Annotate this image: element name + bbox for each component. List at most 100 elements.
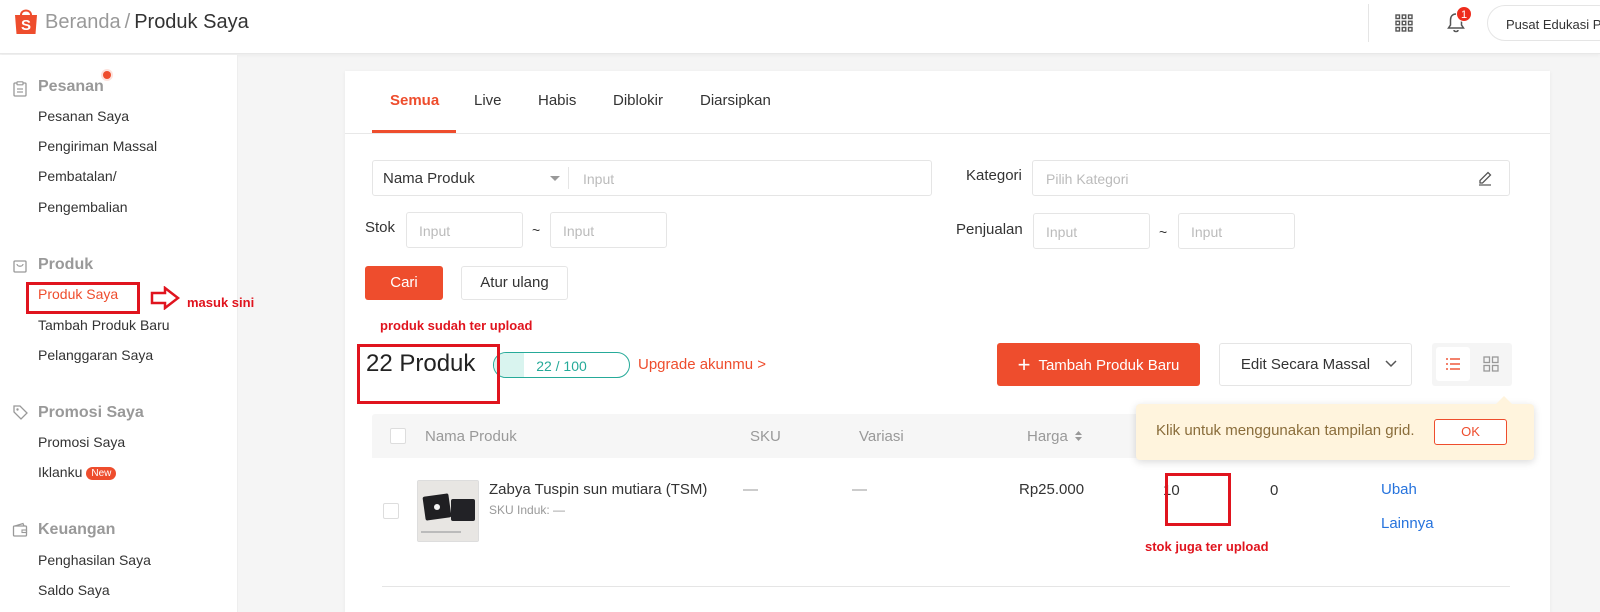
tab-diblokir[interactable]: Diblokir <box>613 92 663 109</box>
product-name-input[interactable]: Input <box>583 171 614 187</box>
apps-grid-icon[interactable] <box>1395 14 1413 32</box>
breadcrumb-home[interactable]: Beranda <box>45 11 121 33</box>
column-header-variation: Variasi <box>859 428 904 445</box>
chevron-down-icon <box>1385 360 1397 368</box>
sidebar-item-penghasilan[interactable]: Penghasilan Saya <box>38 552 151 568</box>
tooltip-text: Klik untuk menggunakan tampilan grid. <box>1156 422 1415 439</box>
sidebar-item-pesanan-saya[interactable]: Pesanan Saya <box>38 108 129 124</box>
upgrade-account-link[interactable]: Upgrade akunmu > <box>638 356 766 373</box>
status-tabs: Semua Live Habis Diblokir Diarsipkan <box>345 71 1550 134</box>
annotation-product-uploaded: produk sudah ter upload <box>380 318 533 333</box>
product-name[interactable]: Zabya Tuspin sun mutiara (TSM) <box>489 481 707 498</box>
sidebar-item-tambah-produk[interactable]: Tambah Produk Baru <box>38 317 170 333</box>
stock-min-input[interactable]: Input <box>406 212 523 248</box>
sidebar-item-iklanku-label: Iklanku <box>38 464 83 480</box>
row-checkbox[interactable] <box>383 503 399 519</box>
sidebar-item-iklanku[interactable]: Iklanku New <box>38 464 117 480</box>
tooltip-arrow <box>1496 396 1512 404</box>
breadcrumb: Beranda / Produk Saya <box>45 11 249 34</box>
clipboard-icon <box>13 81 27 97</box>
stock-max-placeholder: Input <box>563 223 595 239</box>
sidebar-section-keuangan[interactable]: Keuangan <box>38 521 115 539</box>
sidebar-item-pengembalian[interactable]: Pengembalian <box>38 199 128 215</box>
sidebar-section-pesanan[interactable]: Pesanan <box>38 78 104 96</box>
tab-semua[interactable]: Semua <box>390 92 439 109</box>
plus-icon: + <box>1017 352 1031 377</box>
product-price: Rp25.000 <box>1019 481 1085 498</box>
product-parent-sku: SKU Induk: — <box>489 503 566 517</box>
annotation-arrow-icon <box>150 286 180 310</box>
column-header-price-label: Harga <box>1027 428 1068 445</box>
add-product-button[interactable]: + Tambah Produk Baru <box>997 343 1200 386</box>
svg-text:S: S <box>21 17 31 34</box>
chevron-down-icon[interactable] <box>550 176 560 181</box>
annotation-box-product-count <box>357 344 500 404</box>
column-header-name: Nama Produk <box>425 428 517 445</box>
range-separator: ~ <box>1159 224 1168 240</box>
more-actions-link[interactable]: Lainnya <box>1381 515 1434 532</box>
notification-dot <box>103 71 111 79</box>
field-divider <box>568 167 569 189</box>
header-divider <box>1368 4 1369 42</box>
annotation-box-stock <box>1165 473 1231 526</box>
product-list-card: Semua Live Habis Diblokir Diarsipkan Nam… <box>345 71 1550 612</box>
list-view-button[interactable] <box>1436 347 1470 381</box>
product-photo-icon <box>418 481 478 541</box>
stock-label: Stok <box>365 219 396 236</box>
annotation-enter-here: masuk sini <box>187 295 255 310</box>
category-placeholder: Pilih Kategori <box>1046 171 1129 187</box>
add-product-label: Tambah Produk Baru <box>1038 357 1180 374</box>
grid-view-button[interactable] <box>1474 347 1508 381</box>
bag-icon <box>13 260 27 273</box>
list-icon <box>1446 358 1460 370</box>
category-input[interactable]: Pilih Kategori <box>1032 160 1510 196</box>
sales-min-placeholder: Input <box>1046 224 1078 240</box>
top-bar: S Beranda / Produk Saya 1 Pusat Edukasi P <box>0 0 1600 54</box>
tab-habis[interactable]: Habis <box>538 92 576 109</box>
range-separator: ~ <box>532 222 541 238</box>
quota-text: 22 / 100 <box>536 358 587 374</box>
sales-min-input[interactable]: Input <box>1033 213 1150 249</box>
sidebar: Pesanan Pesanan Saya Pengiriman Massal P… <box>0 55 238 612</box>
product-thumbnail[interactable] <box>417 480 479 542</box>
reset-button[interactable]: Atur ulang <box>461 266 568 300</box>
sidebar-item-pembatalan[interactable]: Pembatalan/ <box>38 168 117 184</box>
annotation-stock-uploaded: stok juga ter upload <box>1145 539 1269 554</box>
page-title: Produk Saya <box>134 11 249 33</box>
sidebar-item-saldo[interactable]: Saldo Saya <box>38 582 110 598</box>
active-tab-indicator <box>372 130 456 133</box>
wallet-icon <box>12 522 28 537</box>
category-label: Kategori <box>966 167 1022 184</box>
sidebar-section-promosi[interactable]: Promosi Saya <box>38 404 144 422</box>
product-variation: — <box>852 481 867 498</box>
select-all-checkbox[interactable] <box>390 428 406 444</box>
stock-max-input[interactable]: Input <box>550 212 667 248</box>
shopee-logo-icon[interactable]: S <box>12 6 40 36</box>
view-toggle <box>1432 343 1512 386</box>
tab-live[interactable]: Live <box>474 92 502 109</box>
sidebar-section-produk[interactable]: Produk <box>38 256 93 274</box>
product-sku: — <box>743 481 758 498</box>
sidebar-item-pengiriman-massal[interactable]: Pengiriman Massal <box>38 138 157 154</box>
sidebar-item-pelanggaran[interactable]: Pelanggaran Saya <box>38 347 153 363</box>
pencil-icon[interactable] <box>1477 170 1493 186</box>
sales-label: Penjualan <box>956 221 1023 238</box>
sales-max-placeholder: Input <box>1191 224 1223 240</box>
column-header-sku: SKU <box>750 428 781 445</box>
row-divider <box>382 586 1510 587</box>
tooltip-ok-button[interactable]: OK <box>1434 419 1507 445</box>
edu-center-button[interactable]: Pusat Edukasi P <box>1487 5 1600 41</box>
product-sales: 0 <box>1270 482 1279 499</box>
search-button[interactable]: Cari <box>365 266 443 300</box>
product-quota-bar: 22 / 100 <box>493 352 630 378</box>
edit-product-link[interactable]: Ubah <box>1381 481 1417 498</box>
filter-type-select[interactable]: Nama Produk <box>383 170 475 187</box>
sidebar-item-promosi-saya[interactable]: Promosi Saya <box>38 434 125 450</box>
bulk-edit-label: Edit Secara Massal <box>1240 356 1371 373</box>
product-name-filter: Nama Produk Input <box>372 160 932 196</box>
tab-diarsipkan[interactable]: Diarsipkan <box>700 92 771 109</box>
sales-max-input[interactable]: Input <box>1178 213 1295 249</box>
column-header-price[interactable]: Harga <box>1027 428 1083 445</box>
tag-icon <box>13 405 28 420</box>
bulk-edit-dropdown[interactable]: Edit Secara Massal <box>1219 343 1412 386</box>
